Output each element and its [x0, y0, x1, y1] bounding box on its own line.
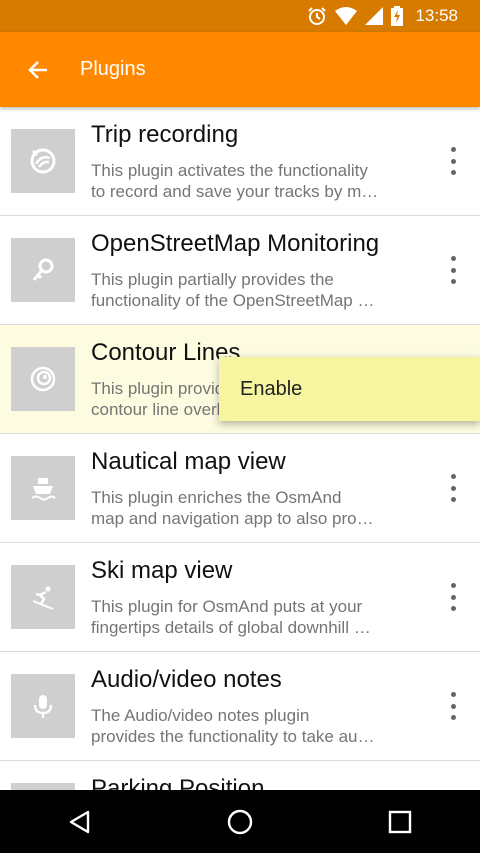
nav-back-button[interactable] — [50, 790, 110, 853]
nav-home-button[interactable] — [210, 790, 270, 853]
plugin-description-line: functionality of the OpenStreetMap … — [91, 291, 375, 310]
popup-menu: Enable — [219, 357, 480, 421]
plugin-description-line: to record and save your tracks by m… — [91, 182, 379, 201]
osm-monitoring-icon — [11, 238, 75, 302]
plugin-description-line: map and navigation app to also pro… — [91, 509, 374, 528]
plugin-description-line: This plugin partially provides the — [91, 270, 334, 289]
plugin-title: Trip recording — [91, 121, 239, 148]
skier-icon — [11, 565, 75, 629]
plugin-item-osm-monitoring[interactable]: OpenStreetMap Monitoring This plugin par… — [0, 216, 480, 325]
overflow-menu-icon[interactable] — [446, 474, 460, 502]
plugin-description: This plugin enriches the OsmAnd map and … — [91, 487, 411, 529]
plugin-description-line: The Audio/video notes plugin — [91, 706, 310, 725]
overflow-menu-icon[interactable] — [446, 256, 460, 284]
plugin-item-ski-map-view[interactable]: Ski map view This plugin for OsmAnd puts… — [0, 543, 480, 652]
ship-icon — [11, 456, 75, 520]
overflow-menu-icon[interactable] — [446, 583, 460, 611]
plugin-description-line: provides the functionality to take au… — [91, 727, 375, 746]
battery-charging-icon — [391, 6, 404, 26]
signal-icon — [365, 7, 384, 25]
plugin-description: The Audio/video notes plugin provides th… — [91, 705, 411, 747]
plugin-list[interactable]: Trip recording This plugin activates the… — [0, 107, 480, 790]
enable-menu-item[interactable]: Enable — [240, 378, 302, 401]
plugin-description: This plugin activates the functionality … — [91, 160, 411, 202]
plugin-description-line: This plugin enriches the OsmAnd — [91, 488, 342, 507]
microphone-icon — [11, 674, 75, 738]
plugin-description: This plugin partially provides the funct… — [91, 269, 411, 311]
page-title: Plugins — [80, 58, 146, 80]
alarm-icon — [308, 7, 327, 25]
overflow-menu-icon[interactable] — [446, 147, 460, 175]
plugin-title: Parking Position — [91, 775, 265, 790]
trip-recording-icon — [11, 129, 75, 193]
plugin-item-trip-recording[interactable]: Trip recording This plugin activates the… — [0, 107, 480, 216]
nav-home-icon — [227, 809, 253, 834]
wifi-icon — [335, 7, 358, 25]
plugin-description-line: This plugin for OsmAnd puts at your — [91, 597, 363, 616]
parking-icon — [11, 783, 75, 790]
plugin-title: Audio/video notes — [91, 666, 282, 693]
plugin-item-nautical-map-view[interactable]: Nautical map view This plugin enriches t… — [0, 434, 480, 543]
nav-recents-button[interactable] — [370, 790, 430, 853]
plugin-description-line: This plugin activates the functionality — [91, 161, 368, 180]
plugin-title: Nautical map view — [91, 448, 286, 475]
plugin-description: This plugin for OsmAnd puts at your fing… — [91, 596, 411, 638]
plugin-item-audio-video-notes[interactable]: Audio/video notes The Audio/video notes … — [0, 652, 480, 761]
contour-lines-icon — [11, 347, 75, 411]
navigation-bar — [0, 790, 480, 853]
status-time: 13:58 — [415, 6, 458, 25]
app-bar: Plugins — [0, 32, 480, 107]
plugin-title: OpenStreetMap Monitoring — [91, 230, 380, 257]
back-button[interactable] — [0, 32, 76, 107]
nav-recents-icon — [388, 810, 412, 833]
plugin-item-parking-position[interactable]: Parking Position — [0, 761, 480, 790]
plugin-title: Ski map view — [91, 557, 233, 584]
plugin-description-line: fingertips details of global downhill … — [91, 618, 371, 637]
nav-back-icon — [69, 810, 90, 833]
overflow-menu-icon[interactable] — [446, 692, 460, 720]
status-bar: 13:58 — [0, 0, 480, 32]
arrow-back-icon — [28, 60, 47, 79]
